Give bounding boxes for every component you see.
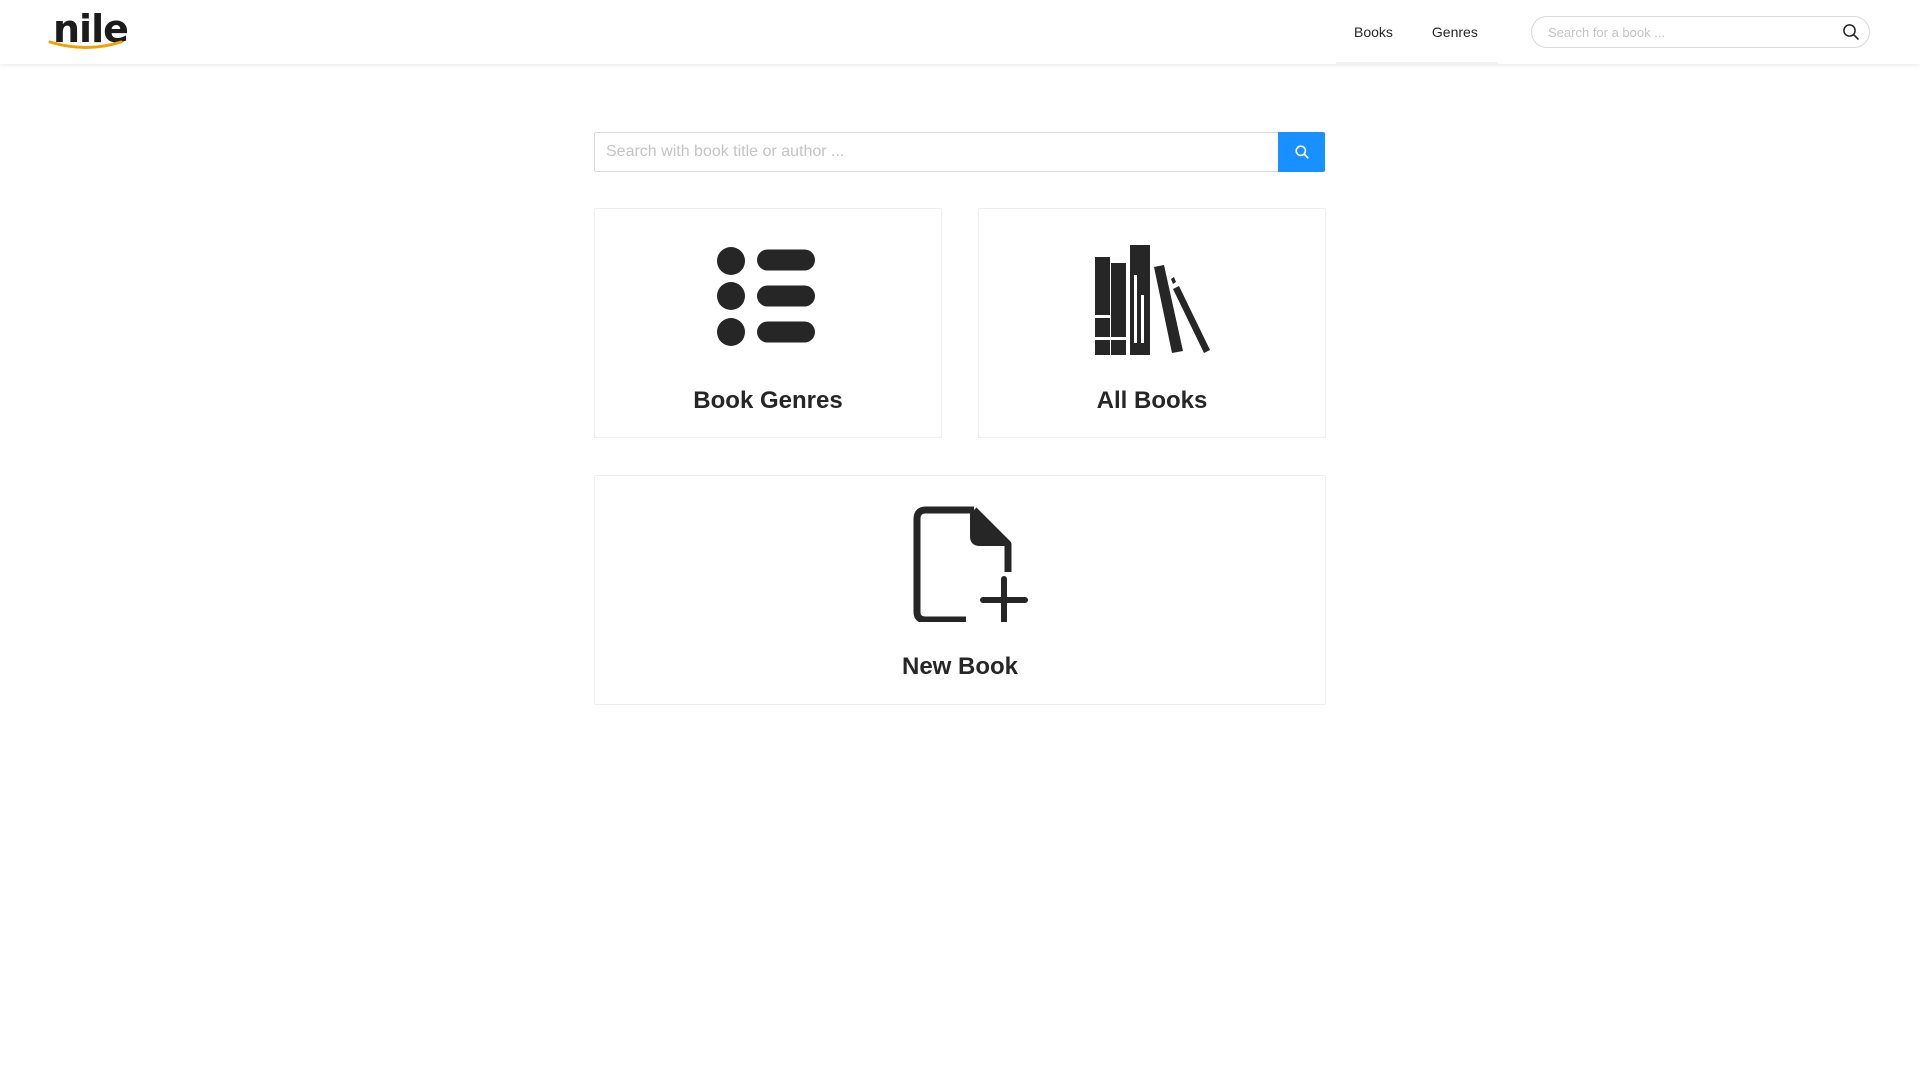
search-icon[interactable]	[1842, 23, 1860, 41]
new-book-card[interactable]: New Book	[594, 475, 1326, 705]
file-add-icon	[913, 506, 1028, 622]
book-search	[594, 132, 1325, 172]
card-title: All Books	[1096, 387, 1208, 414]
bookshelf-icon	[1095, 245, 1210, 355]
card-title: Book Genres	[693, 387, 843, 414]
header-search	[1531, 16, 1870, 48]
book-genres-card[interactable]: Book Genres	[594, 208, 942, 438]
card-title: New Book	[901, 653, 1018, 680]
nav-divider	[1336, 62, 1498, 64]
search-icon	[1294, 145, 1309, 159]
nav-genres[interactable]: Genres	[1412, 0, 1498, 64]
main-nav: Books Genres	[1336, 0, 1498, 64]
nile-logo[interactable]: nile	[48, 6, 129, 56]
nav-books[interactable]: Books	[1336, 0, 1412, 64]
all-books-card[interactable]: All Books	[978, 208, 1326, 438]
list-icon	[717, 247, 815, 346]
logo-smile-icon	[48, 40, 123, 49]
header-search-input[interactable]	[1548, 17, 1838, 47]
top-navbar: nile Books Genres	[0, 0, 1920, 64]
book-search-input[interactable]	[594, 132, 1278, 172]
search-button[interactable]	[1278, 132, 1325, 172]
